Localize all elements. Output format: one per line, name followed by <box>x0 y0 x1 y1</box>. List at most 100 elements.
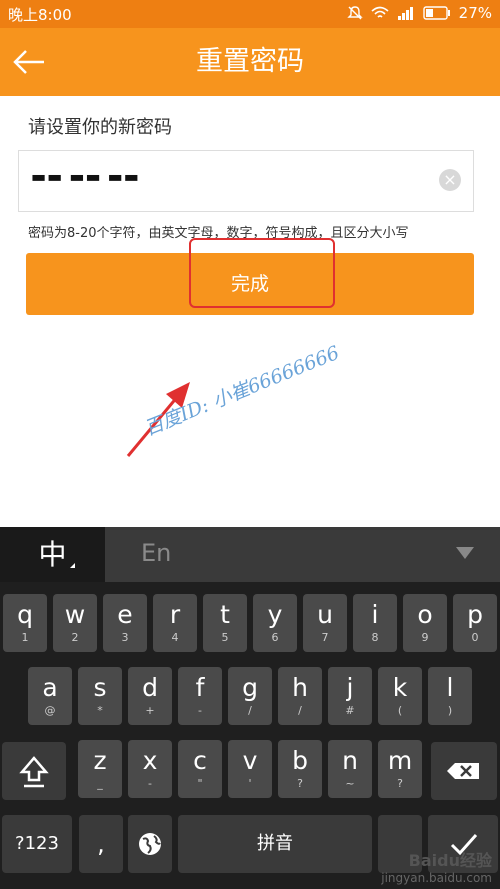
signal-icon <box>397 7 413 20</box>
key-label: f <box>195 673 205 702</box>
key-secondary-label: # <box>345 704 355 717</box>
key-q[interactable]: q1 <box>3 594 47 652</box>
key-r[interactable]: r4 <box>153 594 197 652</box>
page-title: 重置密码 <box>196 46 304 77</box>
key-secondary-label: 7 <box>321 631 329 644</box>
key-f[interactable]: f- <box>178 667 222 725</box>
baidu-url: jingyan.baidu.com <box>381 871 492 885</box>
key-secondary-label: 2 <box>71 631 79 644</box>
key-secondary-label: @ <box>44 704 56 717</box>
battery-percent: 27% <box>458 4 492 22</box>
key-label: b <box>292 746 308 775</box>
status-bar: 晚上8:00 27% <box>0 0 500 28</box>
backspace-icon <box>447 763 479 779</box>
key-e[interactable]: e3 <box>103 594 147 652</box>
key-secondary-label: 3 <box>121 631 129 644</box>
key-x[interactable]: x- <box>128 740 172 798</box>
key-t[interactable]: t5 <box>203 594 247 652</box>
key-secondary-label: ) <box>447 704 453 717</box>
key-label: d <box>142 673 158 702</box>
key-secondary-label: ? <box>397 777 403 790</box>
key-label: c <box>193 746 207 775</box>
password-input[interactable]: ▬▬ ▬▬ ▬▬ × <box>18 150 474 212</box>
key-label: j <box>346 673 354 702</box>
password-value: ▬▬ ▬▬ ▬▬ <box>31 167 140 186</box>
key-g[interactable]: g / <box>228 667 272 725</box>
key-o[interactable]: o9 <box>403 594 447 652</box>
key-s[interactable]: s * <box>78 667 122 725</box>
key-y[interactable]: y6 <box>253 594 297 652</box>
shift-key[interactable] <box>2 742 66 800</box>
symbols-key[interactable]: ?123 <box>2 815 72 873</box>
key-label: k <box>392 673 408 702</box>
key-secondary-label: + <box>145 704 155 717</box>
key-secondary-label: - <box>198 704 202 717</box>
key-m[interactable]: m? <box>378 740 422 798</box>
clear-icon[interactable]: × <box>439 169 461 191</box>
key-label: r <box>169 600 181 629</box>
key-h[interactable]: h / <box>278 667 322 725</box>
key-secondary-label: ? <box>297 777 303 790</box>
key-label: l <box>446 673 454 702</box>
key-label: g <box>242 673 258 702</box>
keyboard-top-bar: 中 En <box>0 527 500 582</box>
key-secondary-label: 0 <box>471 631 479 644</box>
password-prompt: 请设置你的新密码 <box>28 117 172 138</box>
baidu-logo-text: Baidu经验 <box>408 851 492 870</box>
key-n[interactable]: n ~ <box>328 740 372 798</box>
key-c[interactable]: c " <box>178 740 222 798</box>
status-icons: 27% <box>346 4 492 22</box>
key-label: p <box>467 600 483 629</box>
key-label: y <box>267 600 283 629</box>
key-label: m <box>387 746 413 775</box>
key-v[interactable]: v ' <box>228 740 272 798</box>
key-secondary-label: _ <box>97 777 103 790</box>
chinese-mode-button[interactable]: 中 <box>0 527 105 582</box>
key-b[interactable]: b? <box>278 740 322 798</box>
space-key[interactable]: 拼音 <box>178 815 372 873</box>
key-label: t <box>220 600 230 629</box>
key-secondary-label: 5 <box>221 631 229 644</box>
key-secondary-label: 1 <box>21 631 29 644</box>
key-label: n <box>342 746 358 775</box>
collapse-keyboard-icon[interactable] <box>456 547 474 559</box>
baidu-watermark: Baidu经验 jingyan.baidu.com <box>381 847 492 885</box>
comma-key[interactable]: , <box>79 815 123 873</box>
key-secondary-label: 9 <box>421 631 429 644</box>
key-secondary-label: 6 <box>271 631 279 644</box>
key-j[interactable]: j # <box>328 667 372 725</box>
key-secondary-label: / <box>298 704 302 717</box>
wifi-icon <box>371 6 389 18</box>
key-label: i <box>371 600 379 629</box>
mute-bell-icon <box>346 6 363 20</box>
symbols-key-label: ?123 <box>15 833 59 854</box>
key-u[interactable]: u7 <box>303 594 347 652</box>
key-secondary-label: ~ <box>345 777 355 790</box>
status-time: 晚上8:00 <box>8 6 72 24</box>
key-label: v <box>242 746 258 775</box>
key-label: h <box>292 673 308 702</box>
key-d[interactable]: d + <box>128 667 172 725</box>
shift-icon <box>19 756 49 788</box>
key-label: q <box>17 600 33 629</box>
globe-key[interactable] <box>128 815 172 873</box>
key-secondary-label: * <box>97 704 103 717</box>
key-label: x <box>142 746 158 775</box>
english-mode-button[interactable]: En <box>105 527 500 582</box>
key-label: s <box>93 673 107 702</box>
key-label: o <box>417 600 433 629</box>
key-w[interactable]: w2 <box>53 594 97 652</box>
key-secondary-label: - <box>148 777 152 790</box>
key-p[interactable]: p0 <box>453 594 497 652</box>
key-l[interactable]: l) <box>428 667 472 725</box>
key-label: z <box>93 746 107 775</box>
key-k[interactable]: k( <box>378 667 422 725</box>
key-secondary-label: / <box>248 704 252 717</box>
battery-icon <box>422 6 450 20</box>
key-label: u <box>317 600 333 629</box>
comma-key-label: , <box>97 830 105 858</box>
key-z[interactable]: z _ <box>78 740 122 798</box>
key-i[interactable]: i8 <box>353 594 397 652</box>
backspace-key[interactable] <box>431 742 497 800</box>
key-a[interactable]: a @ <box>28 667 72 725</box>
